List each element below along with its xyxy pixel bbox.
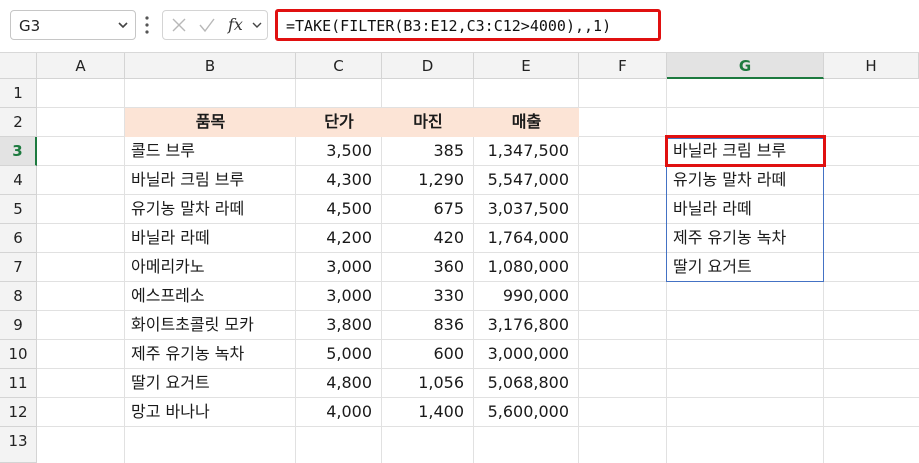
- column-header-c[interactable]: C: [296, 53, 382, 79]
- table-cell[interactable]: 망고 바나나: [125, 398, 296, 427]
- chevron-down-icon[interactable]: [117, 19, 129, 31]
- table-cell[interactable]: 360: [382, 253, 474, 282]
- insert-function-icon[interactable]: fx: [227, 15, 247, 35]
- table-cell[interactable]: 4,000: [296, 398, 382, 427]
- table-cell[interactable]: 1,080,000: [474, 253, 579, 282]
- table-header-item[interactable]: 품목: [125, 108, 296, 137]
- name-box-value: G3: [19, 17, 41, 35]
- table-cell[interactable]: 바닐라 라떼: [125, 224, 296, 253]
- table-cell[interactable]: 화이트초콜릿 모카: [125, 311, 296, 340]
- chevron-down-icon[interactable]: [251, 19, 263, 31]
- column-header-b[interactable]: B: [125, 53, 296, 79]
- table-cell[interactable]: 4,500: [296, 195, 382, 224]
- table-cell[interactable]: 600: [382, 340, 474, 369]
- column-header-a[interactable]: A: [37, 53, 125, 79]
- column-header-g[interactable]: G: [667, 53, 824, 79]
- table-cell[interactable]: 3,176,800: [474, 311, 579, 340]
- column-header-d[interactable]: D: [382, 53, 474, 79]
- enter-check-icon[interactable]: [198, 17, 216, 33]
- table-cell[interactable]: 836: [382, 311, 474, 340]
- result-cell[interactable]: 딸기 요거트: [667, 253, 824, 282]
- table-cell[interactable]: 5,547,000: [474, 166, 579, 195]
- column-header-e[interactable]: E: [474, 53, 579, 79]
- row-header-6[interactable]: 6: [0, 224, 37, 253]
- formula-text: =TAKE(FILTER(B3:E12,C3:C12>4000),,1): [286, 17, 612, 35]
- formula-bar: G3 fx =TAKE(FILTER(B3:E12,C3:C12>4000),,…: [0, 0, 919, 52]
- svg-text:fx: fx: [227, 15, 243, 34]
- row-header-8[interactable]: 8: [0, 282, 37, 311]
- table-cell[interactable]: 4,300: [296, 166, 382, 195]
- table-cell[interactable]: 1,056: [382, 369, 474, 398]
- table-cell[interactable]: 4,800: [296, 369, 382, 398]
- table-cell[interactable]: 385: [382, 137, 474, 166]
- table-cell[interactable]: 아메리카노: [125, 253, 296, 282]
- spreadsheet-grid[interactable]: A B C D E F G H 1 2 3 4 5 6 7 8 9 10 11 …: [0, 53, 919, 463]
- table-header-sales[interactable]: 매출: [474, 108, 579, 137]
- row-header-13[interactable]: 13: [0, 427, 37, 463]
- table-cell[interactable]: 5,600,000: [474, 398, 579, 427]
- table-cell[interactable]: 5,068,800: [474, 369, 579, 398]
- row-header-4[interactable]: 4: [0, 166, 37, 195]
- table-cell[interactable]: 유기농 말차 라떼: [125, 195, 296, 224]
- row-header-1[interactable]: 1: [0, 79, 37, 108]
- table-cell[interactable]: 420: [382, 224, 474, 253]
- table-header-margin[interactable]: 마진: [382, 108, 474, 137]
- table-header-price[interactable]: 단가: [296, 108, 382, 137]
- row-header-11[interactable]: 11: [0, 369, 37, 398]
- row-header-12[interactable]: 12: [0, 398, 37, 427]
- result-cell[interactable]: 바닐라 라떼: [667, 195, 824, 224]
- table-cell[interactable]: 1,290: [382, 166, 474, 195]
- table-cell[interactable]: 1,347,500: [474, 137, 579, 166]
- table-cell[interactable]: 3,000: [296, 253, 382, 282]
- column-header-f[interactable]: F: [579, 53, 667, 79]
- row-header-5[interactable]: 5: [0, 195, 37, 224]
- table-cell[interactable]: 3,000,000: [474, 340, 579, 369]
- table-cell[interactable]: 330: [382, 282, 474, 311]
- cancel-icon[interactable]: [171, 17, 187, 33]
- table-cell[interactable]: 콜드 브루: [125, 137, 296, 166]
- table-cell[interactable]: 990,000: [474, 282, 579, 311]
- active-cell-highlight: [665, 135, 826, 167]
- table-cell[interactable]: 바닐라 크림 브루: [125, 166, 296, 195]
- name-box[interactable]: G3: [10, 10, 136, 40]
- row-header-3[interactable]: 3: [0, 137, 37, 166]
- table-cell[interactable]: 3,037,500: [474, 195, 579, 224]
- table-cell[interactable]: 제주 유기농 녹차: [125, 340, 296, 369]
- row-header-2[interactable]: 2: [0, 108, 37, 137]
- select-all-corner[interactable]: [0, 53, 37, 79]
- formula-input[interactable]: =TAKE(FILTER(B3:E12,C3:C12>4000),,1): [275, 9, 661, 41]
- row-header-7[interactable]: 7: [0, 253, 37, 282]
- table-cell[interactable]: 1,400: [382, 398, 474, 427]
- table-cell[interactable]: 5,000: [296, 340, 382, 369]
- formula-buttons: fx: [162, 10, 268, 40]
- table-cell[interactable]: 에스프레소: [125, 282, 296, 311]
- table-cell[interactable]: 675: [382, 195, 474, 224]
- row-header-10[interactable]: 10: [0, 340, 37, 369]
- result-cell[interactable]: 제주 유기농 녹차: [667, 224, 824, 253]
- table-cell[interactable]: 4,200: [296, 224, 382, 253]
- table-cell[interactable]: 3,800: [296, 311, 382, 340]
- row-header-9[interactable]: 9: [0, 311, 37, 340]
- table-cell[interactable]: 3,500: [296, 137, 382, 166]
- table-cell[interactable]: 3,000: [296, 282, 382, 311]
- more-options-icon[interactable]: [143, 13, 151, 37]
- table-cell[interactable]: 딸기 요거트: [125, 369, 296, 398]
- table-cell[interactable]: 1,764,000: [474, 224, 579, 253]
- result-cell[interactable]: 유기농 말차 라떼: [667, 166, 824, 195]
- column-header-h[interactable]: H: [824, 53, 919, 79]
